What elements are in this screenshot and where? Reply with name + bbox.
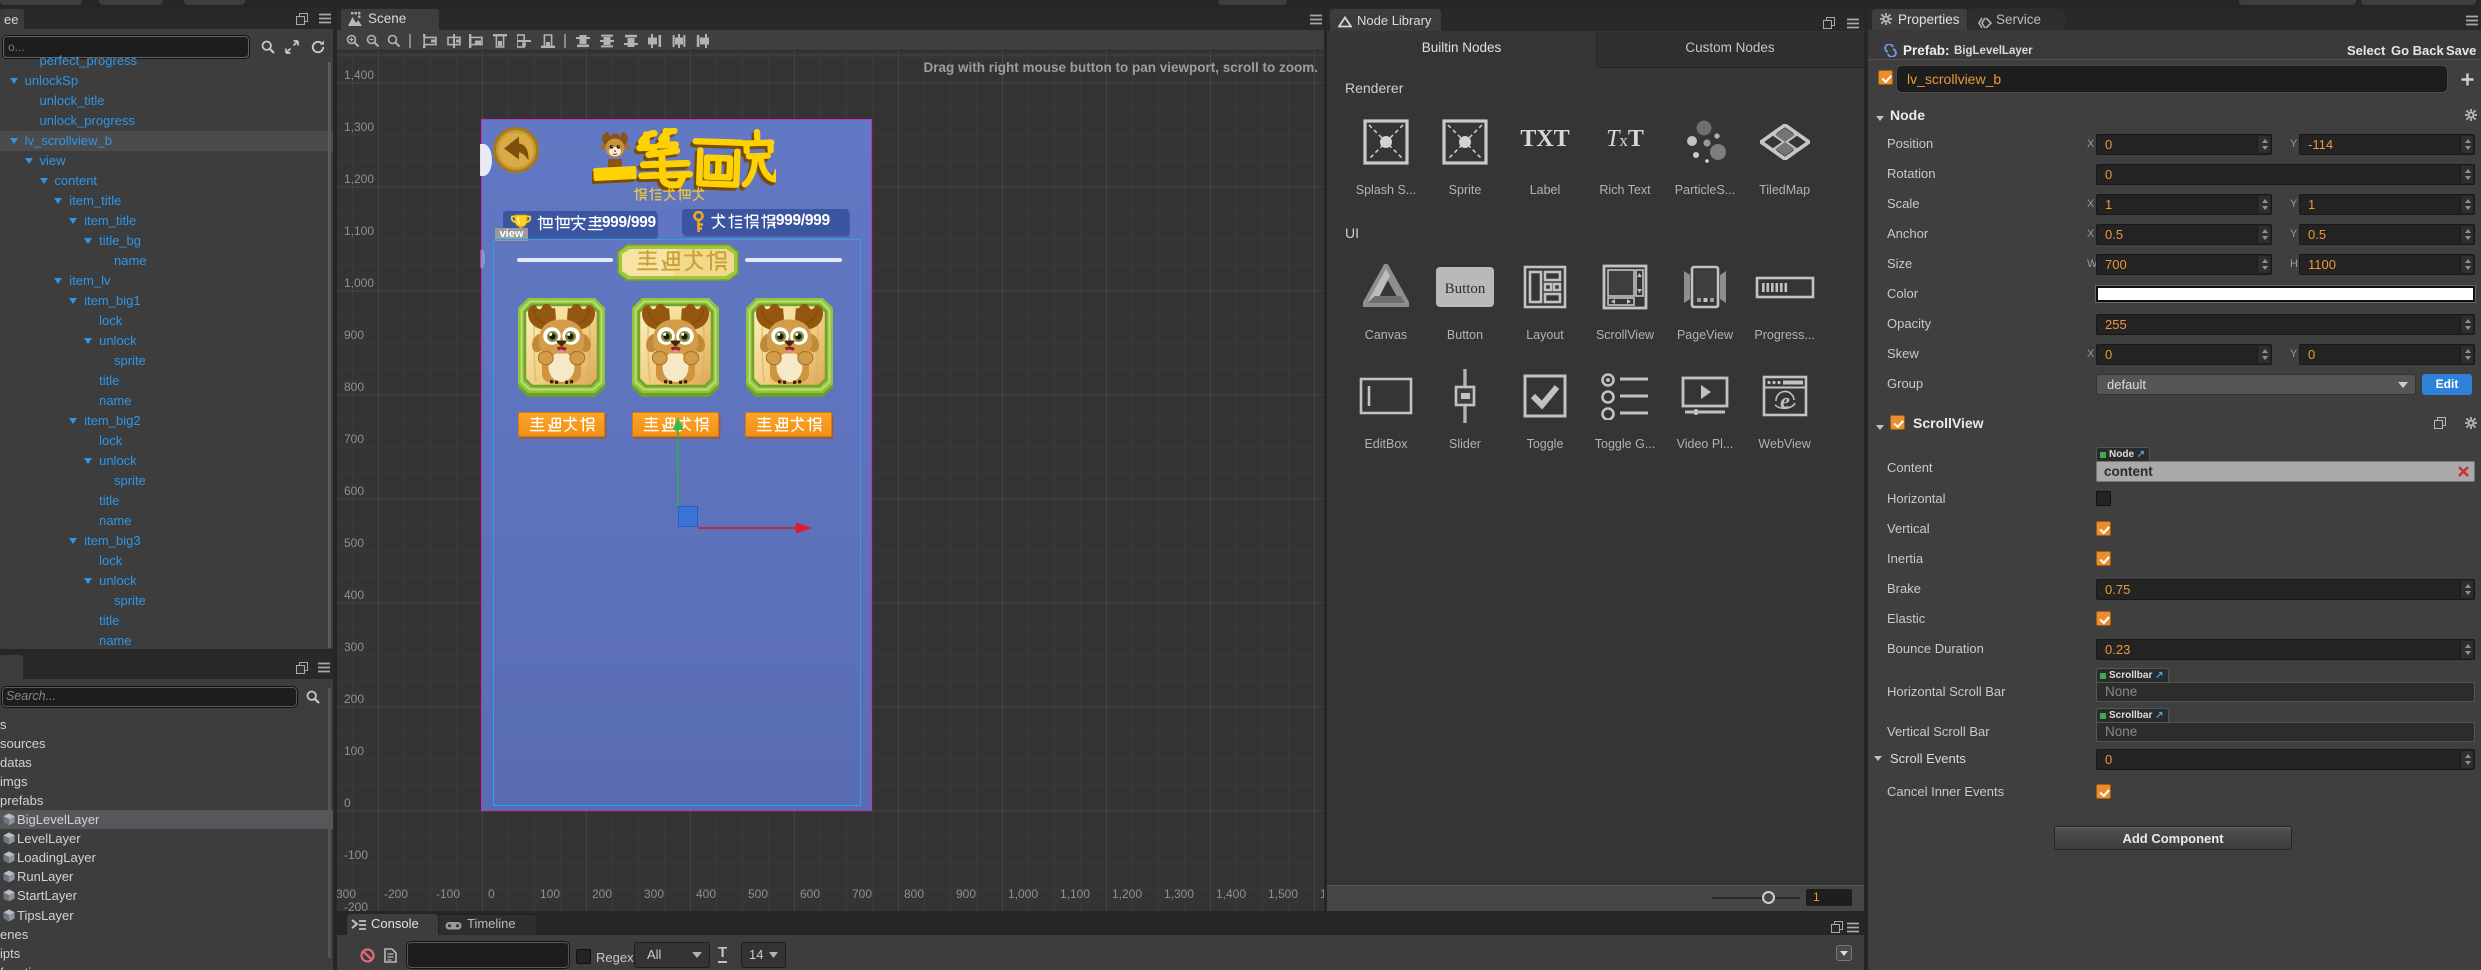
svg-text:Button: Button <box>1445 281 1486 297</box>
